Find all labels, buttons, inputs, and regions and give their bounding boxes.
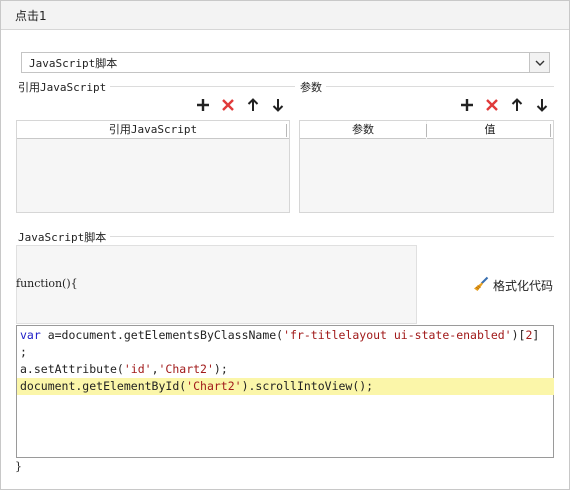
param-section-divider [300, 86, 554, 87]
param-column-header[interactable]: 参数 [300, 121, 426, 139]
code-line-2: ; [20, 345, 27, 359]
column-separator [550, 124, 551, 137]
arrow-down-icon[interactable] [269, 96, 287, 114]
code-line-3: a.setAttribute('id','Chart2'); [20, 362, 228, 376]
script-section-label: JavaScript脚本 [18, 229, 111, 245]
x-icon[interactable] [483, 96, 501, 114]
script-type-value: JavaScript脚本 [29, 57, 118, 70]
ref-column-header[interactable]: 引用JavaScript [17, 121, 289, 139]
window-title: 点击1 [15, 9, 47, 23]
column-separator [426, 124, 427, 137]
function-close-text: } [15, 460, 22, 473]
column-separator [286, 124, 287, 137]
x-icon[interactable] [219, 96, 237, 114]
param-table[interactable]: 参数 值 [299, 120, 554, 213]
ref-table[interactable]: 引用JavaScript [16, 120, 290, 213]
code-line-4: document.getElementById('Chart2').scroll… [17, 378, 554, 395]
script-type-select[interactable]: JavaScript脚本 [21, 52, 550, 73]
arrow-up-icon[interactable] [244, 96, 262, 114]
code-line-1: var a=document.getElementsByClassName('f… [20, 328, 540, 342]
ref-section-label: 引用JavaScript [18, 79, 111, 95]
broom-icon [473, 276, 489, 295]
format-code-button[interactable]: 格式化代码 [473, 276, 553, 294]
title-bar: 点击1 [1, 1, 569, 30]
plus-icon[interactable] [458, 96, 476, 114]
param-section-label: 参数 [300, 79, 326, 95]
function-open-text: function(){ [16, 277, 78, 290]
chevron-down-icon[interactable] [529, 53, 549, 72]
arrow-down-icon[interactable] [533, 96, 551, 114]
plus-icon[interactable] [194, 96, 212, 114]
code-editor[interactable]: var a=document.getElementsByClassName('f… [16, 325, 554, 458]
format-code-label: 格式化代码 [493, 278, 554, 293]
arrow-up-icon[interactable] [508, 96, 526, 114]
value-column-header[interactable]: 值 [427, 121, 553, 139]
